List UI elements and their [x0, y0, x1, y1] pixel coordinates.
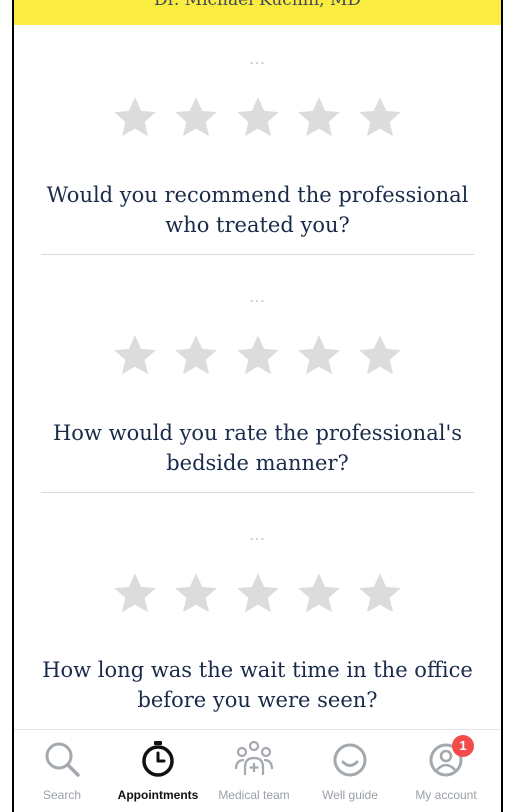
star-icon[interactable] [110, 331, 160, 381]
nav-label: Appointments [117, 788, 199, 802]
star-icon[interactable] [355, 331, 405, 381]
search-icon [45, 742, 80, 777]
divider [41, 254, 474, 255]
divider [41, 492, 474, 493]
star-rating[interactable] [14, 331, 501, 391]
star-icon[interactable] [294, 93, 344, 143]
star-icon[interactable] [355, 93, 405, 143]
nav-label: Search [42, 788, 82, 802]
star-icon[interactable] [171, 93, 221, 143]
smile-icon [333, 743, 367, 777]
star-rating[interactable] [14, 569, 501, 629]
medical-team-icon [234, 740, 274, 775]
doctor-banner: Dr. Michael Kuchin, MD [14, 0, 501, 25]
question-bedside-manner: How would you rate the professional's be… [52, 421, 462, 475]
dots-indicator: ... [249, 290, 266, 306]
nav-label: Medical team [218, 788, 290, 802]
nav-item-search[interactable]: Search [14, 730, 110, 812]
nav-label: Well guide [322, 788, 378, 802]
star-icon[interactable] [355, 569, 405, 619]
app-frame: Dr. Michael Kuchin, MD ... Would you rec… [12, 0, 503, 812]
bottom-nav: Search Appointments Medical team Well gu… [14, 729, 501, 812]
star-icon[interactable] [171, 331, 221, 381]
nav-item-my-account[interactable]: 1 My account [398, 730, 494, 812]
question-wait-time: How long was the wait time in the office… [42, 658, 473, 712]
nav-item-appointments[interactable]: Appointments [110, 730, 206, 812]
stopwatch-icon [142, 741, 174, 777]
dots-indicator: ... [249, 52, 266, 68]
dots-indicator: ... [249, 528, 266, 544]
star-icon[interactable] [110, 93, 160, 143]
star-icon[interactable] [294, 331, 344, 381]
nav-item-medical-team[interactable]: Medical team [206, 730, 302, 812]
star-icon[interactable] [171, 569, 221, 619]
star-icon[interactable] [294, 569, 344, 619]
star-icon[interactable] [233, 93, 283, 143]
star-icon[interactable] [233, 331, 283, 381]
nav-item-well-guide[interactable]: Well guide [302, 730, 398, 812]
nav-label: My account [415, 788, 477, 802]
doctor-name: Dr. Michael Kuchin, MD [153, 0, 362, 10]
star-icon[interactable] [233, 569, 283, 619]
star-icon[interactable] [110, 569, 160, 619]
star-rating[interactable] [14, 93, 501, 153]
notification-badge: 1 [452, 735, 474, 757]
question-recommend: Would you recommend the professional who… [46, 183, 469, 237]
